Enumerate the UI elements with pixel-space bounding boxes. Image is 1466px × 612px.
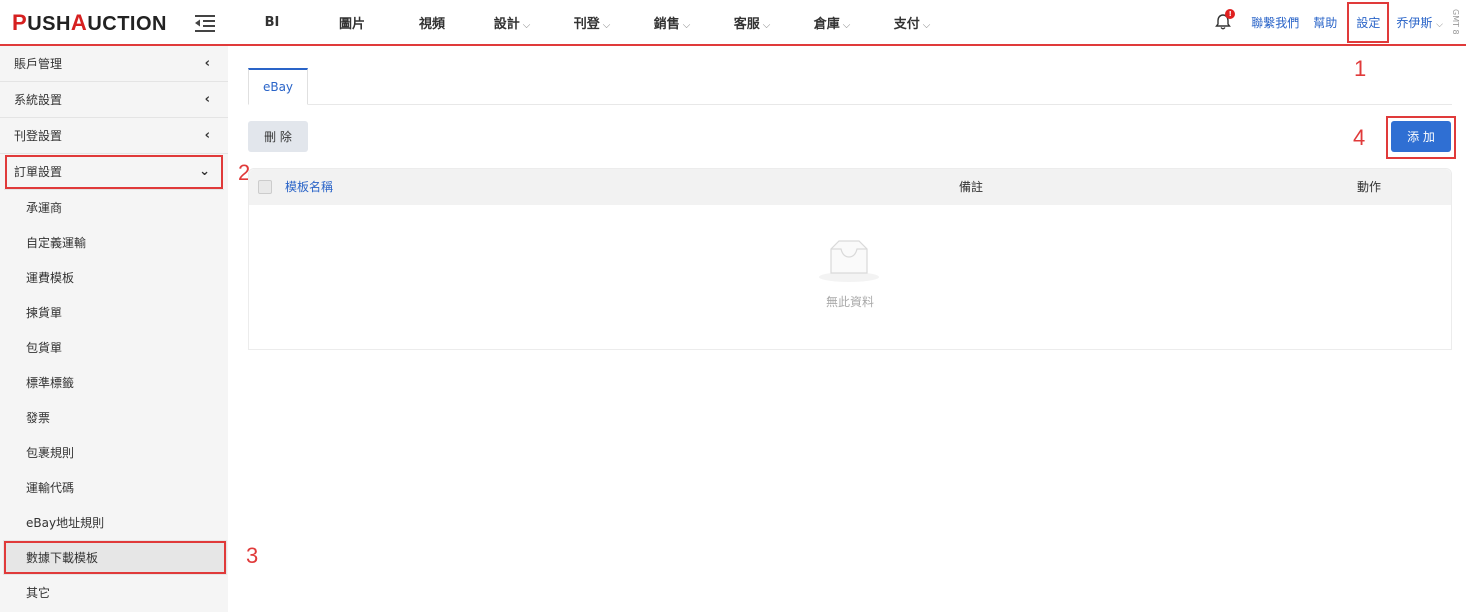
chevron-down-icon: ⌵	[602, 19, 611, 31]
sidebar: 賬戶管理 ‹ 系統設置 ‹ 刊登設置 ‹ 訂單設置 ⌄ 承運商 自定義運輸 運費模板 揀貨單 包貨單 標準…	[0, 46, 228, 612]
top-navbar: PUSHAUCTION BI 圖片 視頻 設計 ⌵ 刊登 ⌵ 銷售 ⌵ 客服 ⌵ 倉庫 ⌵ 支付 ⌵ ! 聯…	[0, 0, 1466, 46]
nav-item-label: 視頻	[418, 16, 445, 32]
user-name: 乔伊斯	[1396, 15, 1433, 30]
empty-inbox-icon	[817, 239, 881, 283]
logo-text-ush: USH	[27, 13, 71, 35]
contact-us-link[interactable]: 聯繫我們	[1251, 14, 1299, 31]
sidebar-subitem-11[interactable]: 其它	[0, 575, 228, 610]
sidebar-group-1[interactable]: 系統設置 ‹	[0, 82, 228, 118]
chevron-down-icon: ⌵	[762, 19, 771, 31]
sidebar-group-label: 訂單設置	[14, 165, 63, 179]
sidebar-group-2[interactable]: 刊登設置 ‹	[0, 118, 228, 154]
delete-button[interactable]: 刪 除	[248, 121, 308, 152]
sidebar-subitem-2[interactable]: 運費模板	[0, 260, 228, 295]
nav-item-4[interactable]: 刊登 ⌵	[552, 13, 632, 32]
column-template-name[interactable]: 模板名稱	[285, 169, 333, 205]
timezone-label: GMT 8	[1451, 9, 1460, 35]
annotation-4: 4	[1353, 125, 1366, 150]
nav-item-label: 客服	[733, 16, 760, 32]
chevron-left-icon: ‹	[204, 56, 210, 71]
sidebar-subitem-1[interactable]: 自定義運輸	[0, 225, 228, 260]
sidebar-group-label: 系統設置	[14, 93, 63, 107]
chevron-down-icon: ⌵	[1436, 19, 1443, 30]
chevron-left-icon: ‹	[204, 128, 210, 143]
empty-message: 無此資料	[825, 295, 874, 309]
nav-item-3[interactable]: 設計 ⌵	[472, 13, 552, 32]
sidebar-subitem-5[interactable]: 標準標籤	[0, 365, 228, 400]
column-note: 備註	[959, 180, 984, 194]
nav-item-label: 刊登	[573, 16, 600, 32]
sidebar-subitem-3[interactable]: 揀貨單	[0, 295, 228, 330]
nav-item-label: 設計	[493, 16, 520, 32]
pushauction-logo[interactable]: PUSHAUCTION	[12, 10, 167, 36]
nav-item-6[interactable]: 客服 ⌵	[712, 13, 792, 32]
sidebar-group-label: 刊登設置	[14, 129, 63, 143]
add-button[interactable]: 添 加	[1391, 121, 1451, 152]
logo-text-uction: UCTION	[87, 13, 167, 35]
nav-item-1[interactable]: 圖片	[312, 13, 392, 32]
help-link[interactable]: 幫助	[1313, 14, 1337, 31]
sidebar-group-0[interactable]: 賬戶管理 ‹	[0, 46, 228, 82]
sidebar-group-label: 賬戶管理	[14, 57, 63, 71]
user-menu[interactable]: 乔伊斯 ⌵	[1396, 14, 1443, 31]
template-table: 模板名稱 備註 動作 無此資料	[248, 168, 1452, 350]
chevron-down-icon: ⌄	[199, 164, 210, 179]
platform-tabs: eBay	[248, 68, 1452, 105]
nav-item-label: BI	[264, 14, 280, 30]
nav-item-2[interactable]: 視頻	[392, 13, 472, 32]
sidebar-subitem-6[interactable]: 發票	[0, 400, 228, 435]
sidebar-subitem-8[interactable]: 運輸代碼	[0, 470, 228, 505]
menu-collapse-icon[interactable]	[195, 14, 215, 32]
chevron-down-icon: ⌵	[682, 19, 691, 31]
sidebar-subitem-7[interactable]: 包裹規則	[0, 435, 228, 470]
sidebar-subitem-9[interactable]: eBay地址規則	[0, 505, 228, 540]
notification-bell-icon[interactable]: !	[1214, 9, 1236, 31]
tab-ebay[interactable]: eBay	[248, 68, 308, 105]
main-nav: BI 圖片 視頻 設計 ⌵ 刊登 ⌵ 銷售 ⌵ 客服 ⌵ 倉庫 ⌵ 支付 ⌵	[232, 0, 952, 44]
sidebar-group-3[interactable]: 訂單設置 ⌄	[4, 154, 224, 190]
settings-link[interactable]: 設定	[1347, 1, 1390, 43]
sidebar-subitem-10[interactable]: 數據下載模板	[3, 540, 227, 575]
nav-item-label: 銷售	[653, 16, 680, 32]
main-content: eBay 刪 除 添 加 模板名稱 備註 動作 無此資料	[228, 46, 1466, 612]
chevron-down-icon: ⌵	[842, 19, 851, 31]
chevron-left-icon: ‹	[204, 92, 210, 107]
empty-state: 無此資料	[249, 205, 1451, 349]
nav-item-label: 倉庫	[813, 16, 840, 32]
table-header: 模板名稱 備註 動作	[249, 169, 1451, 205]
nav-item-5[interactable]: 銷售 ⌵	[632, 13, 712, 32]
nav-item-0[interactable]: BI	[232, 15, 312, 30]
nav-item-label: 圖片	[338, 16, 365, 32]
column-action: 動作	[1357, 180, 1382, 194]
nav-item-8[interactable]: 支付 ⌵	[872, 13, 952, 32]
select-all-checkbox[interactable]	[258, 180, 272, 194]
top-right-menu: ! 聯繫我們 幫助 設定 乔伊斯 ⌵ GMT 8	[1214, 0, 1466, 44]
chevron-down-icon: ⌵	[522, 19, 531, 31]
chevron-down-icon: ⌵	[922, 19, 931, 31]
nav-item-7[interactable]: 倉庫 ⌵	[792, 13, 872, 32]
notification-badge: !	[1225, 9, 1236, 19]
logo-letter-a: A	[70, 10, 88, 35]
sidebar-subitem-0[interactable]: 承運商	[0, 190, 228, 225]
logo-letter-p: P	[12, 10, 28, 35]
sidebar-subitem-4[interactable]: 包貨單	[0, 330, 228, 365]
nav-item-label: 支付	[893, 16, 920, 32]
